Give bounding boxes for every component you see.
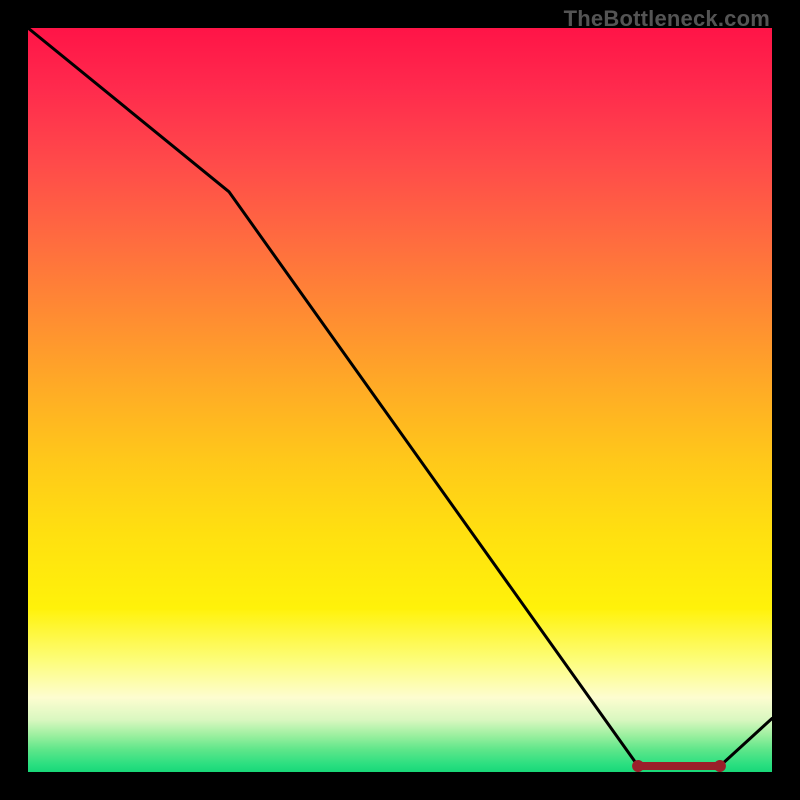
chart-background-gradient bbox=[28, 28, 772, 772]
attribution-text: TheBottleneck.com bbox=[564, 6, 770, 32]
plot-area bbox=[28, 28, 772, 772]
chart-container: TheBottleneck.com bbox=[0, 0, 800, 800]
